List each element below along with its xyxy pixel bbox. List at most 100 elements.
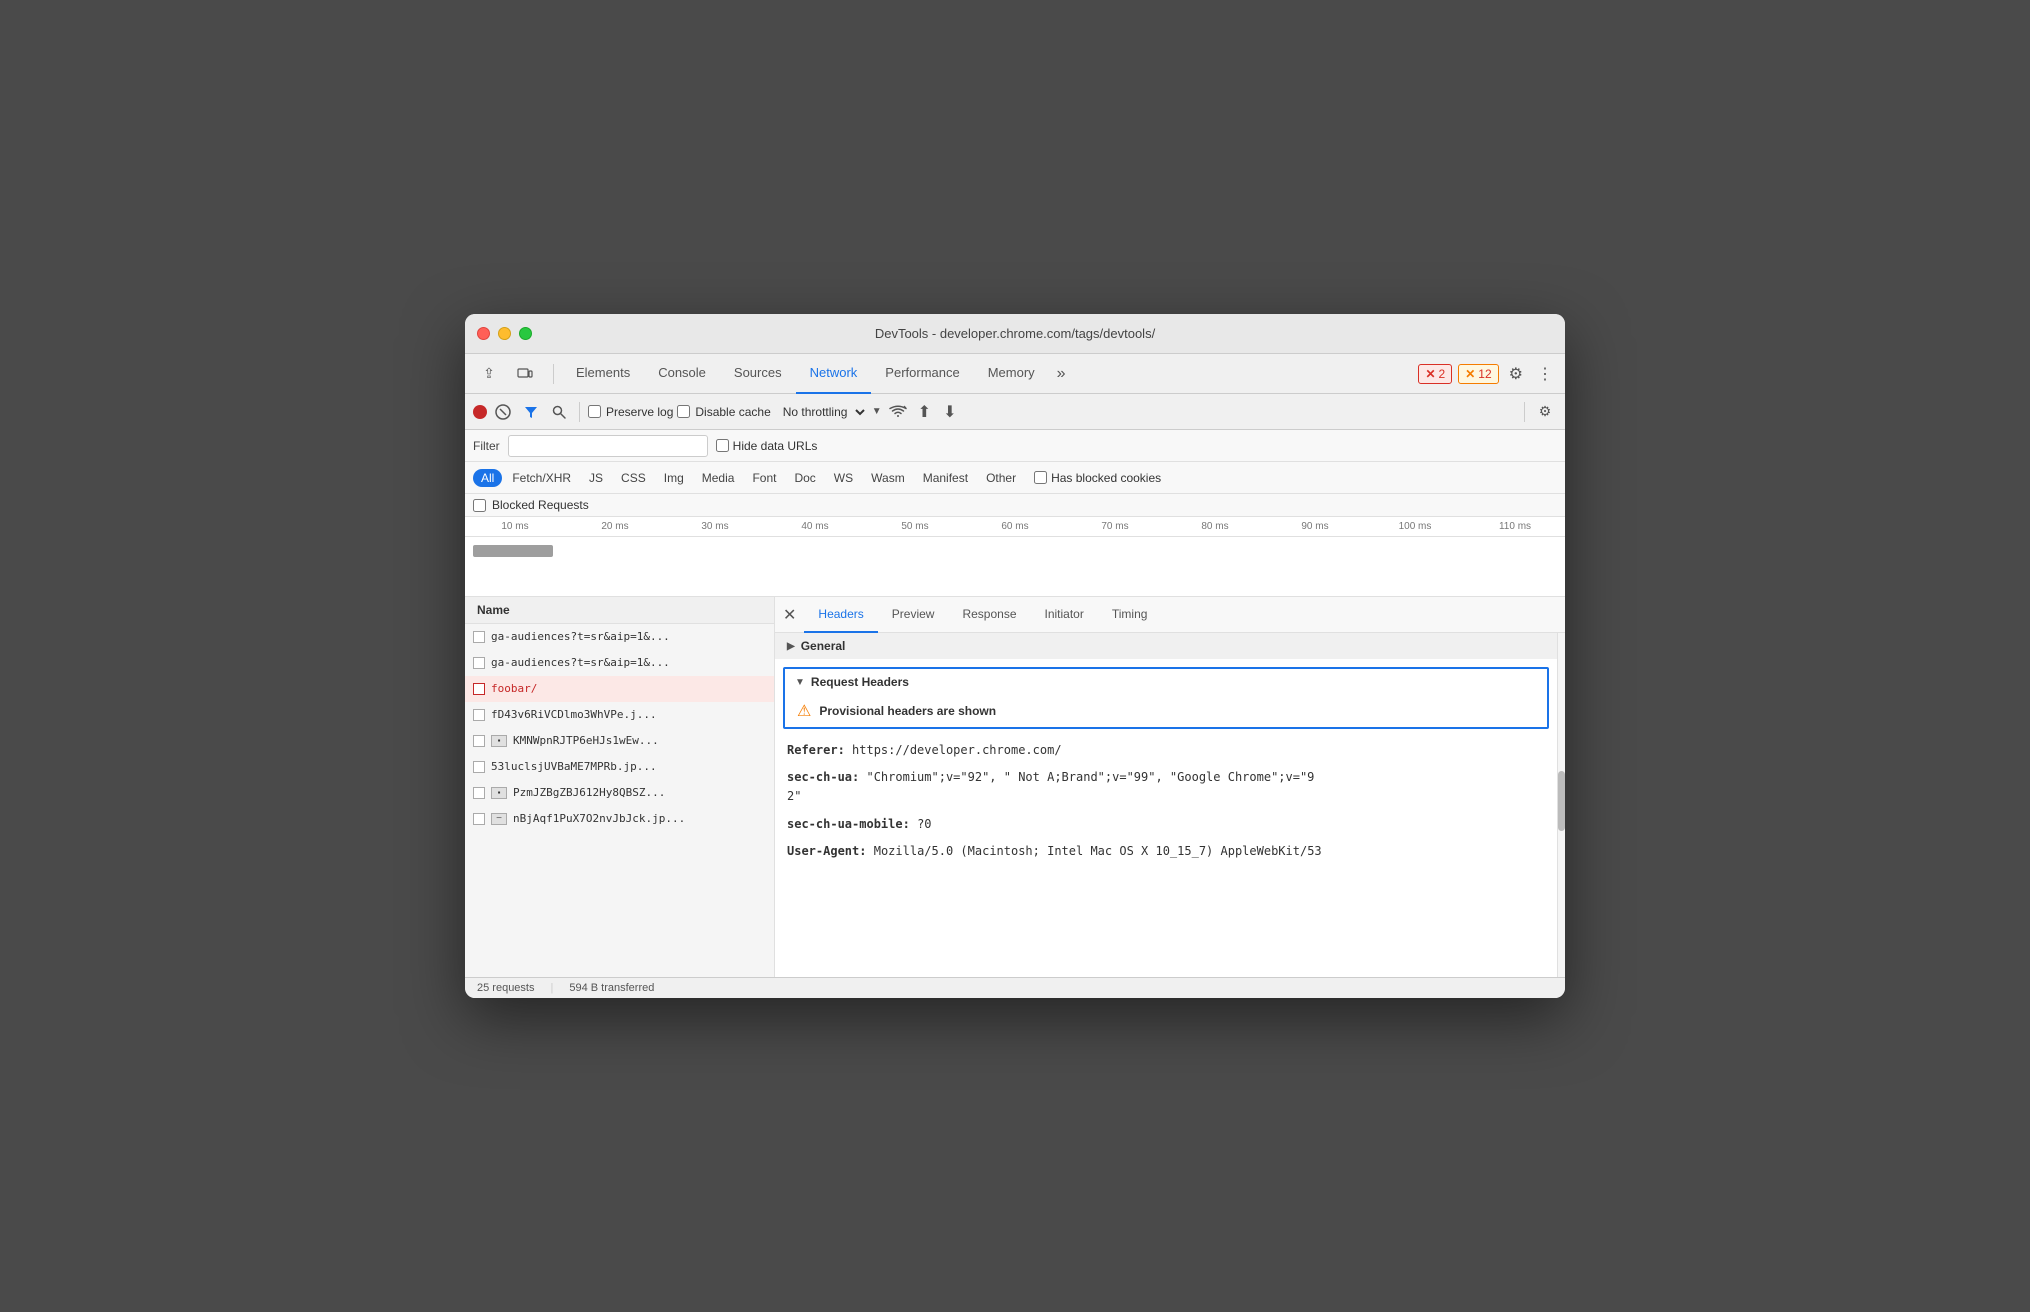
tick-50ms: 50 ms (865, 521, 965, 532)
item-checkbox[interactable] (473, 787, 485, 799)
type-filter-all[interactable]: All (473, 469, 502, 487)
minimize-button[interactable] (498, 327, 511, 340)
request-headers-title[interactable]: ▼ Request Headers (785, 669, 1547, 695)
cursor-icon[interactable]: ⇪ (473, 358, 505, 390)
search-icon[interactable] (547, 400, 571, 424)
network-toolbar: Preserve log Disable cache No throttling… (465, 394, 1565, 430)
throttling-select[interactable]: No throttling (775, 402, 868, 422)
type-filter-js[interactable]: JS (581, 469, 611, 487)
timeline-ruler: 10 ms 20 ms 30 ms 40 ms 50 ms 60 ms 70 m… (465, 517, 1565, 537)
network-settings-icon[interactable]: ⚙ (1533, 400, 1557, 424)
tab-preview[interactable]: Preview (878, 597, 949, 633)
has-blocked-cookies-checkbox[interactable]: Has blocked cookies (1034, 471, 1161, 485)
clear-icon[interactable] (491, 400, 515, 424)
tab-response[interactable]: Response (948, 597, 1030, 633)
preserve-log-checkbox[interactable]: Preserve log (588, 405, 673, 419)
upload-icon[interactable]: ⬆ (914, 402, 935, 422)
tick-40ms: 40 ms (765, 521, 865, 532)
item-name: foobar/ (491, 682, 766, 695)
filter-label: Filter (473, 439, 500, 453)
list-item[interactable]: 53luclsjUVBaME7MPRb.jp... (465, 754, 774, 780)
item-name: ga-audiences?t=sr&aip=1&... (491, 656, 766, 669)
type-filter-media[interactable]: Media (694, 469, 743, 487)
scrollbar[interactable] (1557, 633, 1565, 977)
filter-input[interactable] (508, 435, 708, 457)
list-item[interactable]: − nBjAqf1PuX7O2nvJbJck.jp... (465, 806, 774, 832)
item-checkbox[interactable] (473, 631, 485, 643)
list-item[interactable]: ▪ KMNWpnRJTP6eHJs1wEw... (465, 728, 774, 754)
hide-data-urls-checkbox[interactable]: Hide data URLs (716, 439, 818, 453)
more-tabs-button[interactable]: » (1049, 365, 1074, 383)
transferred-size: 594 B transferred (569, 982, 654, 994)
close-button[interactable] (477, 327, 490, 340)
disable-cache-checkbox[interactable]: Disable cache (677, 405, 770, 419)
tab-elements[interactable]: Elements (562, 354, 644, 394)
item-name: ga-audiences?t=sr&aip=1&... (491, 630, 766, 643)
list-item[interactable]: ga-audiences?t=sr&aip=1&... (465, 650, 774, 676)
item-checkbox[interactable] (473, 683, 485, 695)
close-detail-button[interactable]: ✕ (783, 605, 804, 625)
tab-separator (553, 364, 554, 384)
item-checkbox[interactable] (473, 709, 485, 721)
tab-bar: ⇪ Elements Console Sources Network Perfo… (465, 354, 1565, 394)
window-title: DevTools - developer.chrome.com/tags/dev… (875, 326, 1155, 341)
detail-content[interactable]: ▶ General ▼ Request Headers ⚠ Provisiona… (775, 633, 1557, 977)
expand-icon: ▼ (795, 677, 805, 688)
type-filter-wasm[interactable]: Wasm (863, 469, 913, 487)
header-key: Referer: (787, 743, 845, 757)
header-sec-ch-ua: sec-ch-ua: "Chromium";v="92", " Not A;Br… (775, 764, 1557, 810)
download-icon[interactable]: ⬇ (939, 402, 960, 422)
filter-icon[interactable] (519, 400, 543, 424)
tab-sources[interactable]: Sources (720, 354, 796, 394)
tab-network[interactable]: Network (796, 354, 872, 394)
timeline-panel: 10 ms 20 ms 30 ms 40 ms 50 ms 60 ms 70 m… (465, 517, 1565, 597)
item-checkbox[interactable] (473, 761, 485, 773)
tab-console[interactable]: Console (644, 354, 720, 394)
request-list: Name ga-audiences?t=sr&aip=1&... ga-audi… (465, 597, 775, 977)
tab-initiator[interactable]: Initiator (1031, 597, 1098, 633)
header-referer: Referer: https://developer.chrome.com/ (775, 737, 1557, 764)
tick-20ms: 20 ms (565, 521, 665, 532)
wifi-icon[interactable] (886, 400, 910, 424)
tab-memory[interactable]: Memory (974, 354, 1049, 394)
blocked-requests-checkbox[interactable] (473, 499, 486, 512)
type-filter-img[interactable]: Img (656, 469, 692, 487)
item-thumbnail: ▪ (491, 735, 507, 747)
scrollbar-thumb[interactable] (1558, 771, 1565, 831)
error-badge: ✕ 2 (1418, 364, 1452, 384)
general-section-header[interactable]: ▶ General (775, 633, 1557, 659)
type-filter-manifest[interactable]: Manifest (915, 469, 976, 487)
warning-triangle-icon: ⚠ (797, 701, 811, 721)
list-item[interactable]: ga-audiences?t=sr&aip=1&... (465, 624, 774, 650)
tab-performance[interactable]: Performance (871, 354, 973, 394)
header-sec-ch-ua-mobile: sec-ch-ua-mobile: ?0 (775, 811, 1557, 838)
devtools-window: DevTools - developer.chrome.com/tags/dev… (465, 314, 1565, 998)
type-filter-css[interactable]: CSS (613, 469, 654, 487)
list-item[interactable]: ▪ PzmJZBgZBJ612Hy8QBSZ... (465, 780, 774, 806)
warning-badge: ✕ 12 (1458, 364, 1498, 384)
item-thumbnail: ▪ (491, 787, 507, 799)
item-checkbox[interactable] (473, 735, 485, 747)
record-button[interactable] (473, 405, 487, 419)
type-filter-font[interactable]: Font (744, 469, 784, 487)
request-headers-section: ▼ Request Headers ⚠ Provisional headers … (783, 667, 1549, 729)
window-controls (477, 327, 532, 340)
tab-timing[interactable]: Timing (1098, 597, 1162, 633)
list-item-selected[interactable]: foobar/ (465, 676, 774, 702)
item-checkbox[interactable] (473, 813, 485, 825)
type-filter-other[interactable]: Other (978, 469, 1024, 487)
tick-100ms: 100 ms (1365, 521, 1465, 532)
status-bar: 25 requests | 594 B transferred (465, 977, 1565, 998)
tab-headers[interactable]: Headers (804, 597, 877, 633)
header-key: sec-ch-ua-mobile: (787, 817, 910, 831)
list-item[interactable]: fD43v6RiVCDlmo3WhVPe.j... (465, 702, 774, 728)
type-filter-doc[interactable]: Doc (786, 469, 823, 487)
maximize-button[interactable] (519, 327, 532, 340)
item-checkbox[interactable] (473, 657, 485, 669)
settings-icon[interactable]: ⚙ (1505, 360, 1527, 388)
tab-bar-right: ✕ 2 ✕ 12 ⚙ ⋮ (1418, 360, 1557, 388)
device-toggle-icon[interactable] (509, 358, 541, 390)
type-filter-fetch-xhr[interactable]: Fetch/XHR (504, 469, 579, 487)
type-filter-ws[interactable]: WS (826, 469, 861, 487)
more-options-icon[interactable]: ⋮ (1533, 360, 1557, 388)
